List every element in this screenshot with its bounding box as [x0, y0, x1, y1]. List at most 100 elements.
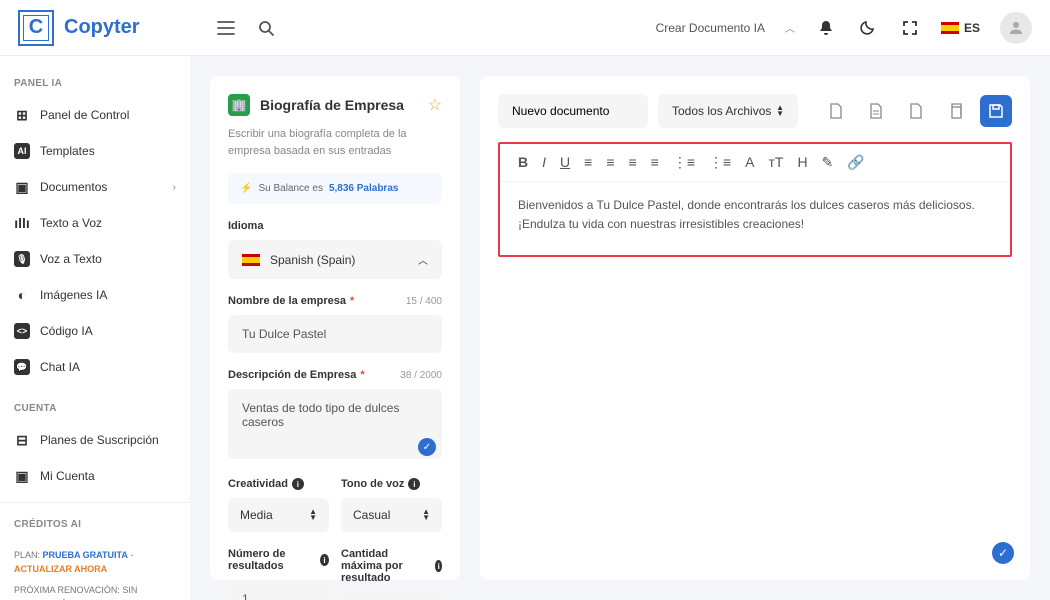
sidebar-item-planes[interactable]: ⊟Planes de Suscripción	[0, 422, 190, 458]
bolt-icon: ⚡	[240, 183, 252, 194]
plan-info: PLAN: PRUEBA GRATUITA - ACTUALIZAR AHORA…	[0, 538, 190, 600]
align-center-icon[interactable]: ≡	[606, 154, 614, 171]
font-icon[interactable]: A	[745, 154, 754, 171]
brand-name: Copyter	[64, 16, 140, 39]
align-right-icon[interactable]: ≡	[628, 154, 636, 171]
export-doc-button[interactable]	[860, 95, 892, 127]
sidebar-item-chat[interactable]: 💬 Chat IA	[0, 349, 190, 385]
logo[interactable]: C Copyter	[18, 10, 140, 46]
sidebar: PANEL IA ⊞ Panel de Control AI Templates ▣…	[0, 56, 190, 600]
chevron-right-icon: ›	[173, 182, 176, 193]
crear-doc-label[interactable]: Crear Documento IA	[656, 21, 765, 35]
avatar[interactable]	[1000, 12, 1032, 44]
heading-icon[interactable]: H	[797, 154, 807, 171]
sidebar-item-imagenes[interactable]: ◐Imágenes IA	[0, 277, 190, 313]
results-label: Número de resultados	[228, 548, 316, 572]
folder-select[interactable]: Todos los Archivos▲▼	[658, 94, 798, 128]
search-icon[interactable]	[255, 17, 277, 39]
copy-button[interactable]	[940, 95, 972, 127]
sidebar-item-label: Documentos	[40, 180, 107, 194]
form-description: Escribir una biografía completa de la em…	[228, 126, 442, 159]
color-icon[interactable]: ✎	[822, 154, 834, 171]
bold-icon[interactable]: B	[518, 154, 528, 171]
save-button[interactable]	[980, 95, 1012, 127]
sidebar-item-voz-texto[interactable]: 🎙 Voz a Texto	[0, 241, 190, 277]
form-title: Biografía de Empresa	[260, 97, 418, 113]
bell-icon[interactable]	[815, 17, 837, 39]
company-name-label: Nombre de la empresa	[228, 295, 346, 307]
fullscreen-icon[interactable]	[899, 17, 921, 39]
menu-icon[interactable]	[215, 17, 237, 39]
tone-select[interactable]: Casual▲▼	[341, 498, 442, 532]
desc-counter: 38 / 2000	[400, 370, 442, 381]
editor-toolbar: B I U ≡ ≡ ≡ ≡ ⋮≡ ⋮≡ A тT H ✎ 🔗	[500, 144, 1010, 182]
results-input[interactable]	[228, 580, 329, 600]
sidebar-item-label: Templates	[40, 144, 95, 158]
flag-es-icon	[941, 22, 959, 34]
code-icon: <>	[14, 323, 30, 339]
balance-value: 5,836 Palabras	[329, 183, 399, 194]
sidebar-item-templates[interactable]: AI Templates	[0, 133, 190, 169]
sidebar-item-label: Mi Cuenta	[40, 469, 95, 483]
sidebar-item-documentos[interactable]: ▣ Documentos ›	[0, 169, 190, 205]
plan-name[interactable]: PRUEBA GRATUITA	[43, 550, 128, 560]
topbar: C Copyter Crear Documento IA ︿ ES	[0, 0, 1050, 56]
sidebar-item-label: Imágenes IA	[40, 288, 107, 302]
sidebar-item-label: Chat IA	[40, 360, 80, 374]
upgrade-link[interactable]: ACTUALIZAR AHORA	[14, 564, 107, 574]
sidebar-item-label: Panel de Control	[40, 108, 129, 122]
maxwords-input[interactable]	[341, 592, 442, 600]
company-desc-label: Descripción de Empresa	[228, 369, 356, 381]
align-justify-icon[interactable]: ≡	[651, 154, 659, 171]
chat-icon: 💬	[14, 359, 30, 375]
chevron-up-icon[interactable]: ︿	[785, 20, 795, 35]
favorite-icon[interactable]: ☆	[428, 95, 442, 115]
export-txt-button[interactable]	[820, 95, 852, 127]
section-panel-ia: PANEL IA	[0, 70, 190, 97]
doc-icon: ▣	[14, 179, 30, 195]
editor-panel: Todos los Archivos▲▼ B I U ≡ ≡ ≡ ≡	[480, 76, 1030, 580]
mic-icon: 🎙	[14, 251, 30, 267]
flag-es-icon	[242, 254, 260, 266]
link-icon[interactable]: 🔗	[847, 154, 864, 171]
maxwords-label: Cantidad máxima por resultado	[341, 548, 431, 584]
language-dropdown[interactable]: Spanish (Spain) ︿	[228, 240, 442, 279]
info-icon[interactable]: i	[292, 478, 304, 490]
balance-box: ⚡ Su Balance es 5,836 Palabras	[228, 173, 442, 204]
font-size-icon[interactable]: тT	[769, 154, 784, 171]
building-icon: 🏢	[228, 94, 250, 116]
ai-icon: AI	[14, 143, 30, 159]
sidebar-item-label: Texto a Voz	[40, 216, 102, 230]
creativity-label: Creatividad	[228, 478, 288, 490]
ordered-list-icon[interactable]: ⋮≡	[673, 154, 695, 171]
moon-icon[interactable]	[857, 17, 879, 39]
company-name-input[interactable]	[228, 315, 442, 353]
check-badge-icon[interactable]: ✓	[992, 542, 1014, 564]
tone-label: Tono de voz	[341, 478, 404, 490]
info-icon[interactable]: i	[320, 554, 329, 566]
grid-icon: ⊞	[14, 107, 30, 123]
sidebar-item-codigo[interactable]: <> Código IA	[0, 313, 190, 349]
export-pdf-button[interactable]	[900, 95, 932, 127]
info-icon[interactable]: i	[408, 478, 420, 490]
sidebar-item-panel-control[interactable]: ⊞ Panel de Control	[0, 97, 190, 133]
sidebar-item-label: Voz a Texto	[40, 252, 102, 266]
section-cuenta: CUENTA	[0, 395, 190, 422]
underline-icon[interactable]: U	[560, 154, 570, 171]
italic-icon[interactable]: I	[542, 154, 546, 171]
info-icon[interactable]: i	[435, 560, 442, 572]
form-panel: 🏢 Biografía de Empresa ☆ Escribir una bi…	[210, 76, 460, 580]
unordered-list-icon[interactable]: ⋮≡	[709, 154, 731, 171]
editor-content[interactable]: Bienvenidos a Tu Dulce Pastel, donde enc…	[500, 182, 1010, 248]
editor-box: B I U ≡ ≡ ≡ ≡ ⋮≡ ⋮≡ A тT H ✎ 🔗 Bienvenid…	[498, 142, 1012, 257]
company-desc-input[interactable]: Ventas de todo tipo de dulces caseros	[228, 389, 442, 459]
language-selector[interactable]: ES	[941, 21, 980, 35]
doc-name-input[interactable]	[498, 94, 648, 128]
creativity-select[interactable]: Media▲▼	[228, 498, 329, 532]
name-counter: 15 / 400	[406, 296, 442, 307]
sidebar-item-label: Código IA	[40, 324, 93, 338]
align-left-icon[interactable]: ≡	[584, 154, 592, 171]
sidebar-item-texto-voz[interactable]: ıllıTexto a Voz	[0, 205, 190, 241]
logo-letter: C	[29, 16, 43, 39]
sidebar-item-cuenta[interactable]: ▣Mi Cuenta	[0, 458, 190, 494]
